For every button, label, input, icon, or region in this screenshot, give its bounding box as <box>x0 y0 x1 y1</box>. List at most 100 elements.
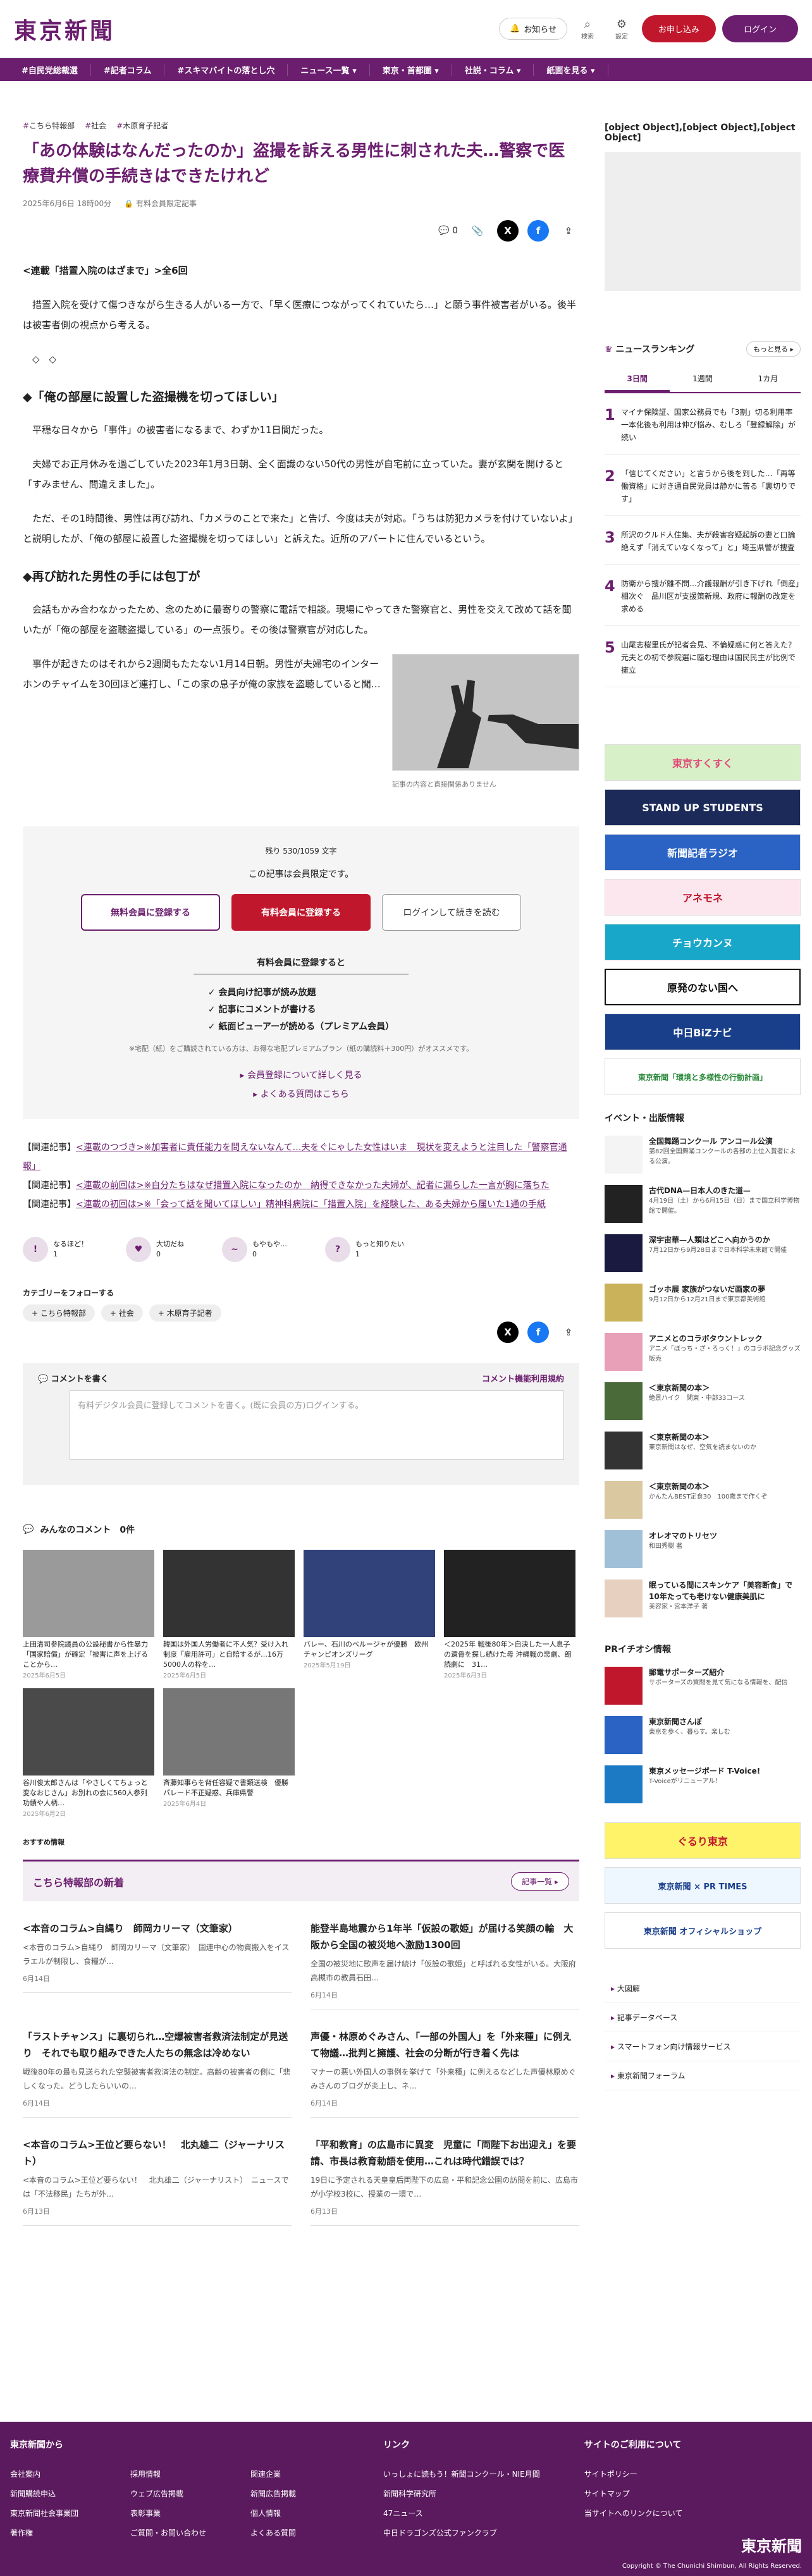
banner[interactable]: 中日BiZナビ <box>605 1014 801 1050</box>
list-item[interactable]: <本音のコラム>王位ど要らない！ 北丸雄二（ジャーナリスト） <本音のコラム>王位… <box>23 2137 292 2226</box>
nav-item[interactable]: 紙面を見る ▾ <box>534 63 608 76</box>
list-item[interactable]: 能登半島地震から1年半「仮設の歌姫」が届ける笑顔の輪 大阪から全国の被災地へ激励… <box>311 1920 579 2009</box>
settings-button[interactable]: ⚙ 設定 <box>608 18 636 40</box>
event-item[interactable]: ＜東京新聞の本＞ 絶景ハイク 関東・中部33コース <box>605 1382 801 1420</box>
banner[interactable]: 東京新聞「環境と多様性の行動計画」 <box>605 1058 801 1095</box>
follow-chip[interactable]: + こちら特報部 <box>23 1304 95 1322</box>
grid-item[interactable]: 谷川俊太郎さんは「やさしくてちょっと変なおじさん」お別れの会に560人参列 功績… <box>23 1688 154 1818</box>
footer-link[interactable]: いっしょに読もう！新聞コンクール・NIE月間 <box>383 2469 540 2479</box>
side-link[interactable]: スマートフォン向け情報サービス <box>605 2032 801 2061</box>
banner[interactable]: 東京新聞 オフィシャルショップ <box>605 1912 801 1949</box>
reaction-button[interactable]: ~ もやもや… 0 <box>222 1237 287 1262</box>
footer-link[interactable]: 個人情報 <box>250 2508 339 2518</box>
share-icon[interactable]: ⇪ <box>558 1322 579 1343</box>
faq-link[interactable]: ▸ よくある質問はこちら <box>253 1089 348 1100</box>
login-button[interactable]: ログイン <box>722 15 798 42</box>
share-icon[interactable]: ⇪ <box>558 220 579 242</box>
grid-item[interactable]: 韓国は外国人労働者に不人気？受け入れ制度「雇用許可」と自賠するが…16万5000… <box>163 1550 295 1679</box>
nav-item[interactable]: #スキマバイトの落とし穴 <box>164 63 288 76</box>
paid-register-button[interactable]: 有料会員に登録する <box>231 894 371 931</box>
ranking-item[interactable]: 4 防衛から捜が離不問…介護報酬が引き下げれ「倒産」相次ぐ 品川区が支援策新規、政… <box>605 577 801 626</box>
tag-link[interactable]: 社会 <box>85 120 106 131</box>
banner[interactable]: 東京新聞 × PR TIMES <box>605 1867 801 1904</box>
article-list-link[interactable]: 記事一覧 ▸ <box>511 1872 569 1891</box>
ranking-item[interactable]: 1 マイナ保険証、国家公務員でも「3割」切る利用率 一本化後も利用は伸び悩み、むし… <box>605 406 801 455</box>
grid-item[interactable]: ＜2025年 戦後80年＞自決した一人息子の遺骨を探し続けた母 沖縄戦の悲劇、朗… <box>444 1550 575 1679</box>
grid-item[interactable]: 上田清司参院議員の公設秘書から性暴力「国家賠償」が確定「被害に声を上げることから… <box>23 1550 154 1679</box>
follow-chip[interactable]: + 木原育子記者 <box>149 1304 221 1322</box>
banner[interactable]: アネモネ <box>605 879 801 916</box>
login-continue-button[interactable]: ログインして続きを読む <box>382 894 521 931</box>
footer-link[interactable]: 当サイトへのリンクについて <box>584 2508 683 2518</box>
tag-link[interactable]: こちら特報部 <box>23 120 75 131</box>
pr-item[interactable]: 東京メッセージボード T-Voice! T-Voiceがリニューアル！ <box>605 1765 801 1803</box>
related-link[interactable]: <連載のつづき>※加害者に責任能力を問えないなんて…夫をぐにゃした女性はいま 現… <box>23 1143 567 1172</box>
reaction-button[interactable]: ? もっと知りたい 1 <box>325 1237 404 1262</box>
reaction-button[interactable]: ♥ 大切だね 0 <box>126 1237 184 1262</box>
follow-chip[interactable]: + 社会 <box>101 1304 143 1322</box>
tab-1week[interactable]: 1週間 <box>670 367 735 392</box>
site-logo[interactable]: 東京新聞 <box>14 13 115 46</box>
footer-logo[interactable]: 東京新聞 <box>741 2534 802 2556</box>
list-item[interactable]: 「平和教育」の広島市に異変 児童に「両陛下お出迎え」を要請、市長は教育勅語を使用… <box>311 2137 579 2226</box>
tab-1month[interactable]: 1カ月 <box>735 367 801 392</box>
footer-link[interactable]: 関連企業 <box>250 2469 339 2479</box>
event-item[interactable]: 古代DNA—日本人のきた道— 4月19日（土）から6月15日（日）まで国立科学博物… <box>605 1185 801 1223</box>
event-item[interactable]: 全国舞踊コンクール アンコール公演 第82回全国舞踊コンクールの各部の上位入賞者に… <box>605 1136 801 1174</box>
nav-item[interactable]: 社説・コラム ▾ <box>452 63 534 76</box>
footer-link[interactable]: 47ニュース <box>383 2508 540 2518</box>
banner[interactable]: 新聞記者ラジオ <box>605 834 801 871</box>
comment-input[interactable]: 有料デジタル会員に登録してコメントを書く。(既に会員の方)ログインする。 <box>70 1390 564 1460</box>
ad-slot[interactable] <box>605 152 801 291</box>
banner[interactable]: STAND UP STUDENTS <box>605 789 801 826</box>
footer-link[interactable]: 東京新聞社会事業団 <box>10 2508 99 2518</box>
side-link[interactable]: 東京新聞フォーラム <box>605 2061 801 2090</box>
footer-link[interactable]: 新聞購読申込 <box>10 2488 99 2499</box>
nav-item[interactable]: #記者コラム <box>91 63 165 76</box>
footer-link[interactable]: ウェブ広告掲載 <box>130 2488 219 2499</box>
grid-item[interactable]: バレー、石川のベルージャが優勝 欧州チャンピオンズリーグ 2025年5月19日 <box>304 1550 435 1679</box>
event-item[interactable]: 深宇宙華—人類はどこへ向かうのか 7月12日から9月28日まで日本科学未来館で開催 <box>605 1234 801 1272</box>
free-register-button[interactable]: 無料会員に登録する <box>81 894 220 931</box>
footer-link[interactable]: 中日ドラゴンズ公式ファンクラブ <box>383 2527 540 2538</box>
grid-item[interactable]: 斉藤知事らを背任容疑で書類送検 優勝パレード不正疑惑、兵庫県警 2025年6月4日 <box>163 1688 295 1818</box>
side-link[interactable]: 記事データベース <box>605 2003 801 2032</box>
footer-link[interactable]: 表彰事業 <box>130 2508 219 2518</box>
pr-item[interactable]: 郵電サポーターズ紹介 サポーターズの質問を見て気になる情報を、配信 <box>605 1667 801 1705</box>
nav-item[interactable]: ニュース一覧 ▾ <box>288 63 370 76</box>
search-button[interactable]: ⌕ 検索 <box>574 18 601 40</box>
footer-link[interactable]: 新聞広告掲載 <box>250 2488 339 2499</box>
footer-link[interactable]: ご質問・お問い合わせ <box>130 2527 219 2538</box>
ranking-item[interactable]: 2 「信じてください」と言うから後を到した…「再等働資格」に対き通自民党員は静かに… <box>605 467 801 516</box>
pr-item[interactable]: 東京新聞さんぽ 東京を歩く、暮らす。楽しむ <box>605 1716 801 1754</box>
banner[interactable]: チョウカンヌ <box>605 924 801 960</box>
ranking-item[interactable]: 5 山尾志桜里氏が記者会見、不倫疑惑に何と答えた？ 元夫との初で参院選に臨む理由は… <box>605 639 803 687</box>
list-item[interactable]: 「ラストチャンス」に裏切られ…空爆被害者救済法制定が見送り それでも取り組みでき… <box>23 2028 292 2118</box>
footer-link[interactable]: サイトマップ <box>584 2488 683 2499</box>
related-link[interactable]: <連載の初回は>※「会って話を聞いてほしい」精神科病院に「措置入院」を経験した、… <box>76 1199 546 1210</box>
nav-item[interactable]: #自民党総裁選 <box>9 63 91 76</box>
side-link[interactable]: 大図解 <box>605 1974 801 2003</box>
tab-3days[interactable]: 3日間 <box>605 367 670 392</box>
subscribe-button[interactable]: お申し込み <box>641 15 716 42</box>
facebook-share-icon[interactable]: f <box>527 220 549 242</box>
footer-link[interactable]: 新聞科学研究所 <box>383 2488 540 2499</box>
event-item[interactable]: ＜東京新聞の本＞ かんたんBEST定食30 100歳まで作くぞ <box>605 1481 801 1519</box>
facebook-share-icon[interactable]: f <box>527 1322 549 1343</box>
list-item[interactable]: <本音のコラム>自縄り 師岡カリーマ（文筆家） <本音のコラム>自縄り 師岡カリー… <box>23 1920 292 2009</box>
event-item[interactable]: ゴッホ展 家族がつないだ画家の夢 9月12日から12月21日まで東京都美術館 <box>605 1284 801 1322</box>
x-share-icon[interactable]: X <box>497 220 519 242</box>
x-share-icon[interactable]: X <box>497 1322 519 1343</box>
banner[interactable]: 原発のない国へ <box>605 969 801 1005</box>
banner[interactable]: 東京すくすく <box>605 744 801 781</box>
reaction-button[interactable]: ! なるほど！ 1 <box>23 1237 88 1262</box>
nav-item[interactable]: 東京・首都圏 ▾ <box>370 63 452 76</box>
comment-count[interactable]: 💬 0 <box>438 226 458 236</box>
event-item[interactable]: オレオマのトリセツ 和田秀樹 著 <box>605 1530 801 1568</box>
list-item[interactable]: 声優・林原めぐみさん、「一部の外国人」を「外来種」に例えて物議…批判と擁護、社会… <box>311 2028 579 2118</box>
notification-button[interactable]: 🔔 お知らせ <box>499 18 567 40</box>
footer-link[interactable]: 著作権 <box>10 2527 99 2538</box>
comment-policy-link[interactable]: コメント機能利用規約 <box>482 1372 564 1384</box>
footer-link[interactable]: 会社案内 <box>10 2469 99 2479</box>
ranking-more-link[interactable]: もっと見る ▸ <box>746 341 801 357</box>
